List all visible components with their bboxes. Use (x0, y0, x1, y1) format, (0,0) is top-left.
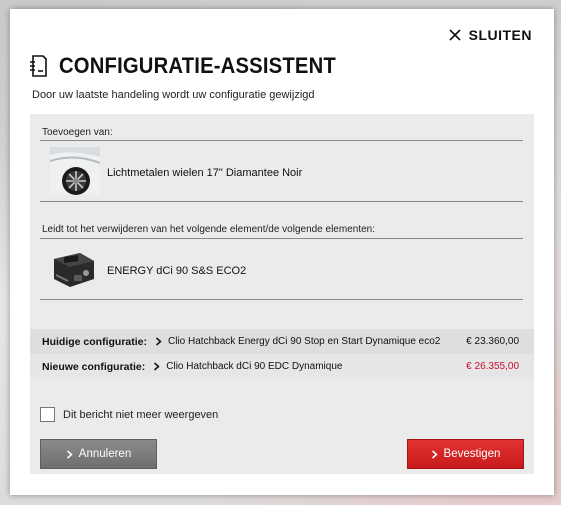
confirm-button[interactable]: Bevestigen (407, 439, 524, 469)
changes-panel: Toevoegen van: Lichtmetalen wielen 17" D… (30, 114, 534, 474)
new-config-label: Nieuwe configuratie: (42, 360, 146, 373)
divider (40, 201, 523, 202)
current-config-label: Huidige configuratie: (42, 335, 147, 348)
divider (40, 238, 523, 239)
chevron-right-icon (66, 449, 73, 459)
cancel-label: Annuleren (78, 448, 132, 460)
title-row: CONFIGURATIE-ASSISTENT (29, 53, 360, 79)
wheel-thumbnail (50, 147, 100, 195)
configuration-assistant-dialog: SLUITEN CONFIGURATIE-ASSISTENT Door uw l… (10, 9, 554, 495)
confirm-label: Bevestigen (443, 448, 501, 460)
new-configuration-row: Nieuwe configuratie: Clio Hatchback dCi … (30, 354, 534, 379)
new-config-model: Clio Hatchback dCi 90 EDC Dynamique (166, 361, 343, 372)
divider (40, 140, 523, 141)
close-button[interactable]: SLUITEN (449, 27, 532, 43)
current-configuration-row: Huidige configuratie: Clio Hatchback Ene… (30, 329, 534, 354)
remove-section-label: Leidt tot het verwijderen van het volgen… (42, 224, 376, 235)
dont-show-again-option[interactable]: Dit bericht niet meer weergeven (40, 407, 218, 422)
close-label: SLUITEN (468, 27, 532, 43)
dialog-title: CONFIGURATIE-ASSISTENT (59, 53, 336, 78)
new-config-price: € 26.355,00 (466, 361, 519, 372)
close-icon (449, 29, 461, 41)
added-item-name: Lichtmetalen wielen 17" Diamantee Noir (107, 167, 303, 179)
add-section-label: Toevoegen van: (42, 127, 113, 138)
dont-show-again-checkbox[interactable] (40, 407, 55, 422)
dont-show-again-label: Dit bericht niet meer weergeven (63, 408, 219, 421)
cancel-button[interactable]: Annuleren (40, 439, 157, 469)
current-config-price: € 23.360,00 (466, 336, 519, 347)
chevron-right-icon (431, 449, 438, 459)
divider (40, 299, 523, 300)
dialog-subtitle: Door uw laatste handeling wordt uw confi… (32, 89, 315, 101)
chevron-right-icon (154, 362, 160, 371)
current-config-model: Clio Hatchback Energy dCi 90 Stop en Sta… (168, 336, 441, 347)
chevron-right-icon (156, 337, 162, 346)
configurator-icon (30, 55, 47, 77)
removed-item-name: ENERGY dCi 90 S&S ECO2 (107, 265, 247, 277)
engine-thumbnail (50, 245, 100, 293)
